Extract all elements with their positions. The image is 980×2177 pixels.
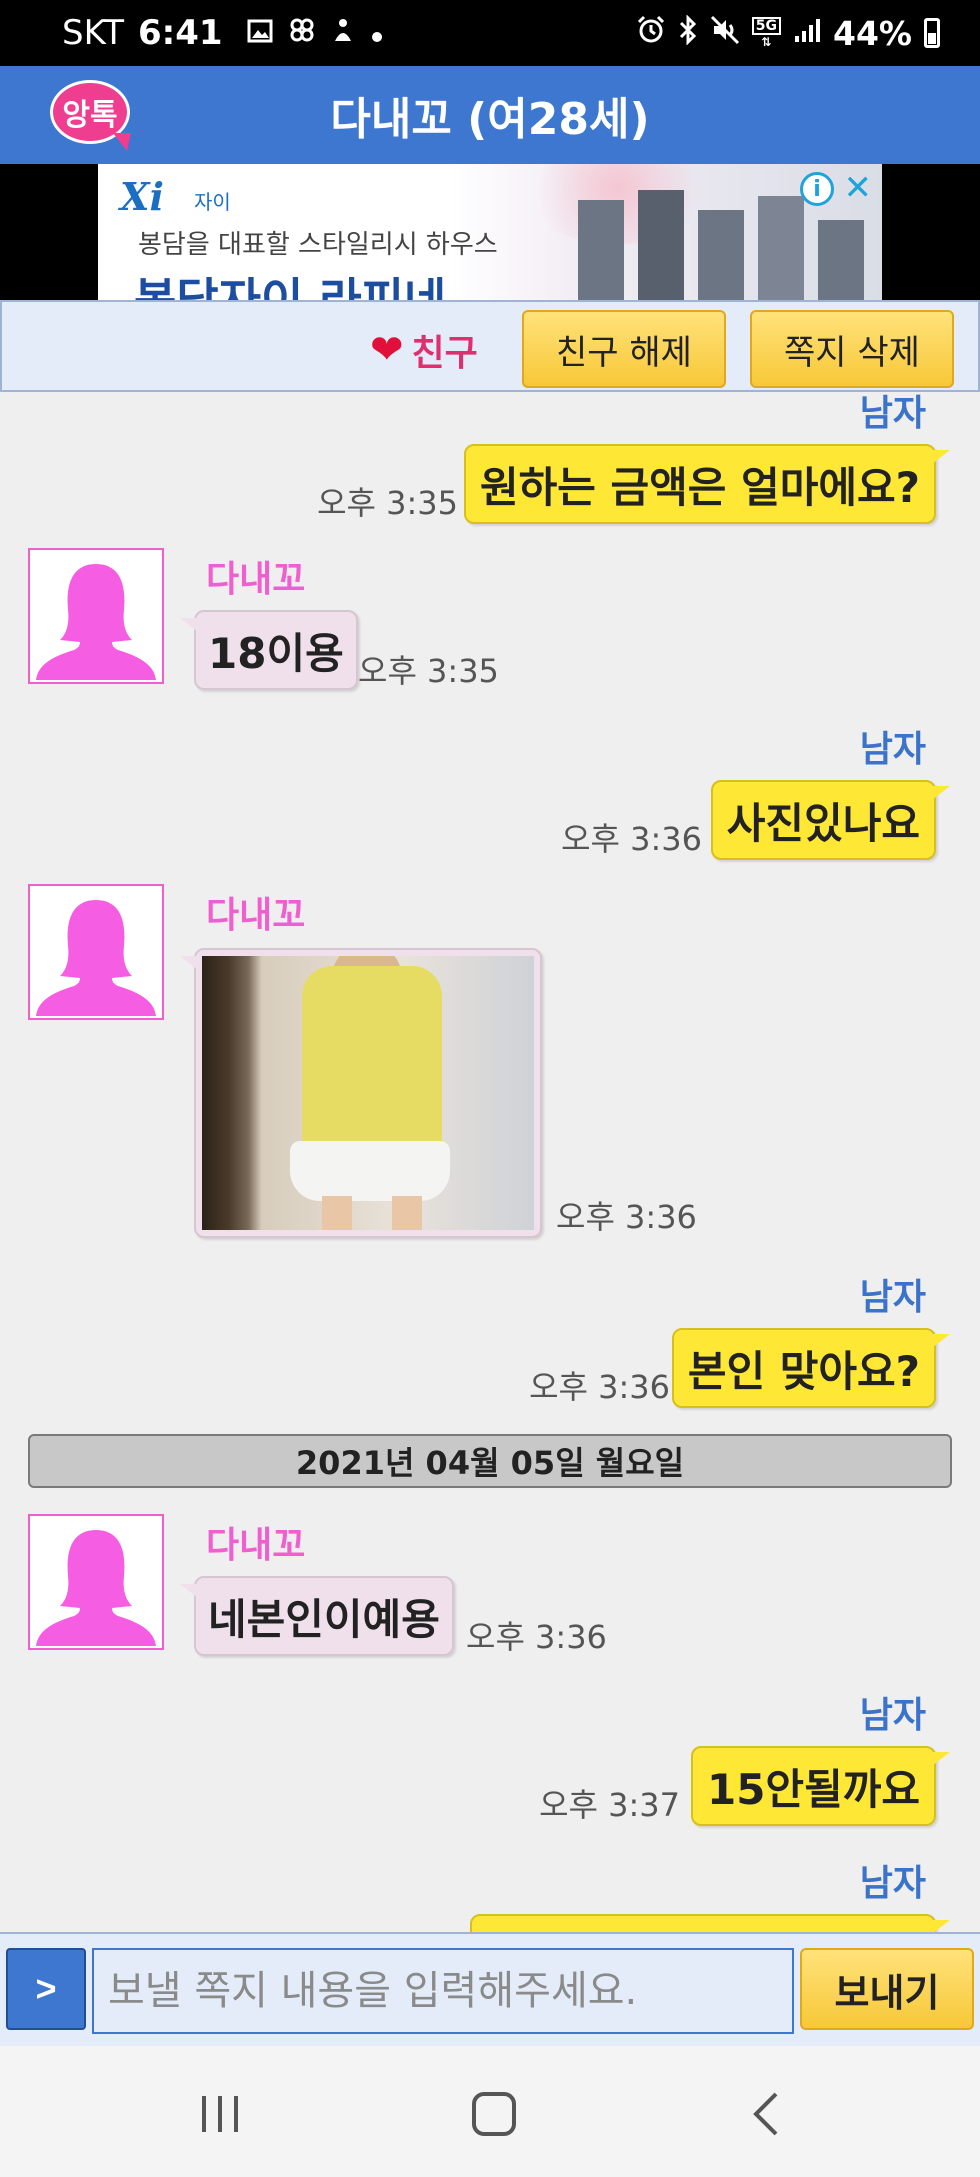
back-icon[interactable]: [738, 2084, 798, 2144]
delete-message-button[interactable]: 쪽지 삭제: [750, 310, 954, 388]
mute-icon: [710, 15, 740, 52]
clock: 6:41: [138, 13, 223, 53]
photo-detail: [290, 1141, 450, 1201]
chat-area[interactable]: 남자 원하는 금액은 얼마에요? 오후 3:35 다내꼬 18이용 오후 3:3…: [0, 392, 980, 1932]
sender-name-male: 남자: [859, 1277, 926, 1318]
sender-name-female: 다내꼬: [206, 895, 306, 936]
app-header: 앙톡 다내꼬 (여28세): [0, 66, 980, 164]
chat-title: 다내꼬 (여28세): [330, 94, 650, 145]
photo-image: [202, 956, 534, 1230]
female-silhouette-icon: [36, 900, 156, 1016]
system-nav-bar: [0, 2046, 980, 2177]
ad-subtitle: 봉담을 대표할 스타일리시 하우스: [138, 230, 498, 260]
message-input[interactable]: [92, 1948, 794, 2034]
message-bubble-incoming[interactable]: 18이용: [180, 610, 358, 690]
battery-icon: [924, 18, 940, 48]
dot-icon: [371, 17, 383, 50]
ad-headline: 봉담자이 라피네: [134, 273, 447, 300]
sender-name-male: 남자: [859, 729, 926, 770]
ad-banner[interactable]: Xi 자이 봉담을 대표할 스타일리시 하우스 봉담자이 라피네 i ✕: [98, 164, 882, 300]
avatar[interactable]: [28, 1514, 164, 1650]
message-time: 오후 3:36: [561, 820, 702, 858]
carrier-label: SKT: [62, 13, 125, 53]
message-time: 오후 3:36: [466, 1618, 607, 1656]
message-time: 오후 3:35: [358, 652, 499, 690]
photo-detail: [322, 1196, 352, 1230]
alarm-icon: [636, 15, 666, 52]
person-icon: [331, 17, 355, 50]
status-bar: SKT 6:41 5G ⇅ 44%: [0, 0, 980, 66]
photo-detail: [302, 966, 442, 1156]
battery-percent: 44%: [833, 13, 912, 53]
sender-name-female: 다내꼬: [206, 1525, 306, 1566]
ad-info-icon[interactable]: i: [800, 172, 834, 206]
compose-bar: > 보내기: [0, 1932, 980, 2046]
ad-building-image: [758, 196, 804, 300]
message-bubble-outgoing[interactable]: [470, 1914, 950, 1932]
message-bubble-outgoing[interactable]: 원하는 금액은 얼마에요?: [463, 444, 951, 524]
message-bubble-incoming[interactable]: 네본인이예용: [180, 1576, 454, 1656]
ad-building-image: [698, 210, 744, 300]
message-time: 오후 3:36: [556, 1198, 697, 1236]
date-separator: 2021년 04월 05일 월요일: [28, 1434, 952, 1488]
female-silhouette-icon: [36, 1530, 156, 1646]
friend-status: ❤ 친구: [370, 324, 478, 376]
ad-row: Xi 자이 봉담을 대표할 스타일리시 하우스 봉담자이 라피네 i ✕: [0, 164, 980, 300]
friend-label: 친구: [411, 333, 478, 374]
ad-building-image: [818, 220, 864, 300]
ad-close-icon[interactable]: ✕: [844, 168, 873, 208]
message-time: 오후 3:37: [539, 1786, 680, 1824]
message-time: 오후 3:35: [317, 484, 458, 522]
send-button[interactable]: 보내기: [800, 1948, 974, 2030]
ad-brand-logo: Xi: [120, 174, 164, 219]
pinwheel-icon: [289, 17, 315, 50]
avatar[interactable]: [28, 884, 164, 1020]
signal-icon: [793, 16, 821, 51]
sender-name-male: 남자: [859, 1695, 926, 1736]
heart-icon: ❤: [370, 327, 404, 373]
sender-name-female: 다내꼬: [206, 559, 306, 600]
sender-name-male: 남자: [859, 393, 926, 434]
action-bar: ❤ 친구 친구 해제 쪽지 삭제: [0, 300, 980, 392]
network-icon: 5G ⇅: [751, 17, 781, 49]
home-icon[interactable]: [464, 2084, 524, 2144]
unfriend-button[interactable]: 친구 해제: [522, 310, 726, 388]
network-type-label: 5G: [751, 17, 781, 35]
gallery-icon: [247, 17, 273, 50]
message-bubble-outgoing[interactable]: 15안될까요: [690, 1746, 951, 1826]
avatar[interactable]: [28, 548, 164, 684]
message-bubble-outgoing[interactable]: 본인 맞아요?: [671, 1328, 951, 1408]
bluetooth-icon: [678, 13, 698, 52]
photo-detail: [392, 1196, 422, 1230]
ad-building-image: [578, 200, 624, 300]
ad-brand-name: 자이: [194, 190, 231, 214]
message-photo[interactable]: [180, 948, 542, 1238]
sender-name-male: 남자: [859, 1863, 926, 1904]
message-bubble-outgoing[interactable]: 사진있나요: [710, 780, 951, 860]
expand-button[interactable]: >: [6, 1948, 86, 2030]
message-time: 오후 3:36: [529, 1368, 670, 1406]
recent-apps-icon[interactable]: [190, 2084, 250, 2144]
female-silhouette-icon: [36, 564, 156, 680]
ad-building-image: [638, 190, 684, 300]
